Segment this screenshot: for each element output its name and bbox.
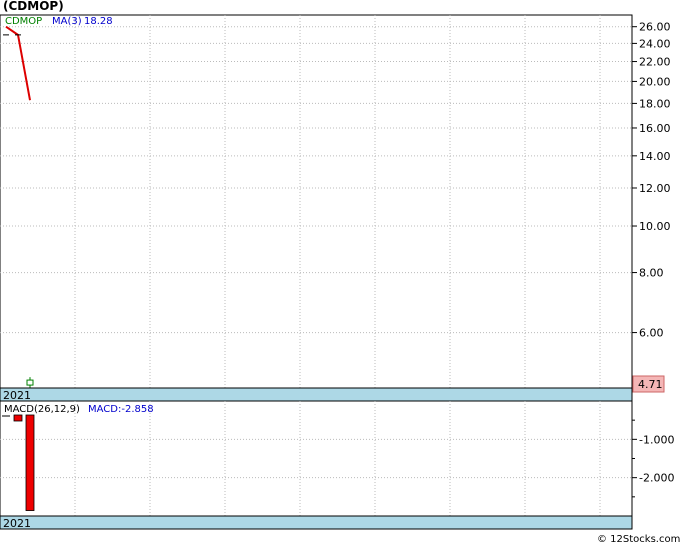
price-tick-label: 22.00 [639,56,671,69]
price-panel-frame [0,14,633,389]
price-tick-label: 6.00 [639,327,664,340]
stock-chart: (CDMOP) 26.00 24.00 22.00 20.00 18.00 16.00 14… [0,0,680,545]
price-tick-label: 14.00 [639,150,671,163]
price-panel: 26.00 24.00 22.00 20.00 18.00 16.00 14.00 12.00… [0,14,671,402]
macd-panel: -1.000 -2.000 MACD(26,12,9) MACD:-2.858 2… [0,400,674,530]
price-y-axis: 26.00 24.00 22.00 20.00 18.00 16.00 14.00 12.00… [632,21,671,340]
macd-panel-frame [0,400,633,517]
ma-label: MA(3) [52,16,82,27]
macd-tick-label: -1.000 [639,433,674,446]
price-tick-label: 12.00 [639,182,671,195]
macd-bar [25,414,35,511]
macd-date-band [0,515,633,530]
watermark: © 12Stocks.com [597,534,680,545]
price-tick-label: 16.00 [639,122,671,135]
price-candle-body [26,379,34,386]
macd-date-label: 2021 [3,517,31,530]
chart-title: (CDMOP) [3,0,64,13]
price-tick-label: 26.00 [639,21,671,34]
ticker-label: CDMOP [5,16,42,27]
macd-value-label: MACD:-2.858 [88,404,154,415]
ma-value: 18.28 [84,16,113,27]
price-date-band [0,387,633,402]
price-tick-label: 24.00 [639,37,671,50]
price-tick-label: 8.00 [639,267,664,280]
price-date-label: 2021 [3,389,31,402]
macd-label: MACD(26,12,9) [4,404,80,415]
macd-bar [13,414,23,422]
price-tick-label: 10.00 [639,220,671,233]
price-tick-label: 20.00 [639,75,671,88]
price-tick-label: 18.00 [639,97,671,110]
last-price-label: 4.71 [638,378,663,391]
macd-tick-label: -2.000 [639,472,674,485]
macd-y-axis: -1.000 -2.000 [632,419,674,498]
